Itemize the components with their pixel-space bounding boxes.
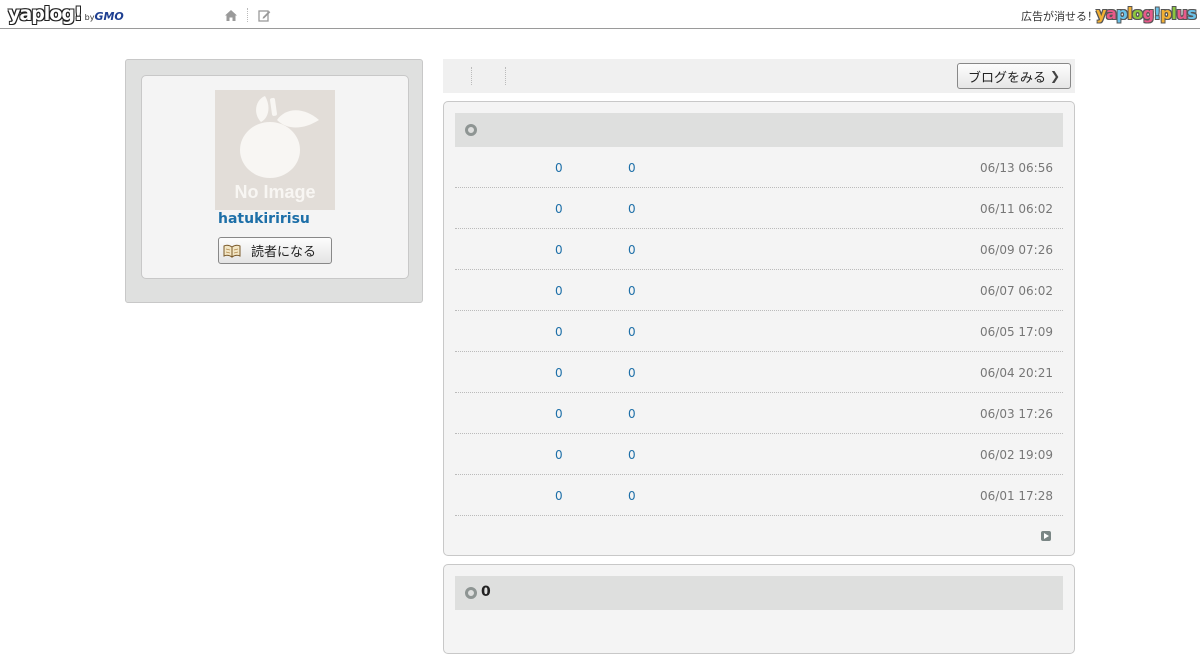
count-a-link[interactable]: 0 (555, 243, 563, 257)
top-bar: yaplog! by GMO 広告が消せる！ yaplog!plus (0, 0, 1200, 29)
book-icon (223, 244, 241, 258)
nav-separator (247, 8, 248, 22)
count-b-link[interactable]: 0 (628, 448, 636, 462)
profile-card: No Image hatukiririsu 読者になる (141, 75, 409, 279)
count-b-link[interactable]: 0 (628, 489, 636, 503)
username-link[interactable]: hatukiririsu (218, 211, 310, 227)
nav-icons (222, 6, 273, 24)
no-image-apple-icon (240, 96, 319, 178)
list-item: 0 0 06/03 17:26 (455, 393, 1063, 434)
count-a-link[interactable]: 0 (555, 407, 563, 421)
avatar[interactable]: No Image (215, 90, 335, 210)
list-item: 0 0 06/11 06:02 (455, 188, 1063, 229)
view-blog-button[interactable]: ブログをみる ❯ (957, 63, 1071, 89)
count-a-link[interactable]: 0 (555, 366, 563, 380)
logo-by: by (84, 13, 95, 22)
entry-datetime: 06/03 17:26 (980, 407, 1053, 421)
entry-datetime: 06/07 06:02 (980, 284, 1053, 298)
entry-datetime: 06/05 17:09 (980, 325, 1053, 339)
view-blog-label: ブログをみる (967, 70, 1046, 86)
list-item: 0 0 06/09 07:26 (455, 229, 1063, 270)
second-panel-title: 0 (481, 584, 491, 600)
list-item: 0 0 06/13 06:56 (455, 147, 1063, 188)
home-icon[interactable] (222, 6, 240, 24)
next-page-icon[interactable] (1041, 531, 1051, 541)
yaplog-logo[interactable]: yaplog! by GMO (8, 3, 124, 25)
toolbar-separator (471, 67, 472, 85)
entry-datetime: 06/09 07:26 (980, 243, 1053, 257)
toolbar-separator (505, 67, 506, 85)
second-panel-header: 0 (455, 576, 1063, 610)
count-a-link[interactable]: 0 (555, 284, 563, 298)
list-item: 0 0 06/05 17:09 (455, 311, 1063, 352)
entry-datetime: 06/11 06:02 (980, 202, 1053, 216)
list-item: 0 0 06/04 20:21 (455, 352, 1063, 393)
entries-panel-header (455, 113, 1063, 147)
blog-toolbar: ブログをみる ❯ (443, 59, 1075, 93)
entries-list: 0 0 06/13 06:56 0 0 06/11 06:02 0 0 06/09 07:26 0… (455, 147, 1063, 516)
count-a-link[interactable]: 0 (555, 489, 563, 503)
count-a-link[interactable]: 0 (555, 161, 563, 175)
chevron-right-icon: ❯ (1049, 69, 1061, 83)
entry-datetime: 06/04 20:21 (980, 366, 1053, 380)
ring-bullet-icon (465, 124, 477, 136)
ad-remove-text[interactable]: 広告が消せる！ (1021, 8, 1098, 24)
entry-datetime: 06/01 17:28 (980, 489, 1053, 503)
entry-datetime: 06/02 19:09 (980, 448, 1053, 462)
no-image-label: No Image (234, 182, 316, 202)
list-item: 0 0 06/01 17:28 (455, 475, 1063, 516)
count-a-link[interactable]: 0 (555, 202, 563, 216)
entry-datetime: 06/13 06:56 (980, 161, 1053, 175)
entries-panel: 0 0 06/13 06:56 0 0 06/11 06:02 0 0 06/09 07:26 0… (443, 101, 1075, 556)
count-a-link[interactable]: 0 (555, 325, 563, 339)
logo-company: GMO (94, 10, 124, 23)
become-reader-button[interactable]: 読者になる (218, 237, 332, 264)
ring-bullet-icon (465, 587, 477, 599)
yaplog-plus-logo[interactable]: yaplog!plus (1096, 3, 1197, 25)
profile-panel: No Image hatukiririsu 読者になる (125, 59, 423, 303)
logo-text: yaplog! (8, 3, 83, 25)
second-panel: 0 (443, 564, 1075, 654)
list-item: 0 0 06/02 19:09 (455, 434, 1063, 475)
plus-logo-text: yaplog!plus (1096, 4, 1197, 23)
count-b-link[interactable]: 0 (628, 407, 636, 421)
edit-icon[interactable] (255, 6, 273, 24)
count-a-link[interactable]: 0 (555, 448, 563, 462)
list-item: 0 0 06/07 06:02 (455, 270, 1063, 311)
count-b-link[interactable]: 0 (628, 202, 636, 216)
count-b-link[interactable]: 0 (628, 325, 636, 339)
count-b-link[interactable]: 0 (628, 366, 636, 380)
count-b-link[interactable]: 0 (628, 243, 636, 257)
count-b-link[interactable]: 0 (628, 161, 636, 175)
count-b-link[interactable]: 0 (628, 284, 636, 298)
become-reader-label: 読者になる (251, 245, 317, 260)
